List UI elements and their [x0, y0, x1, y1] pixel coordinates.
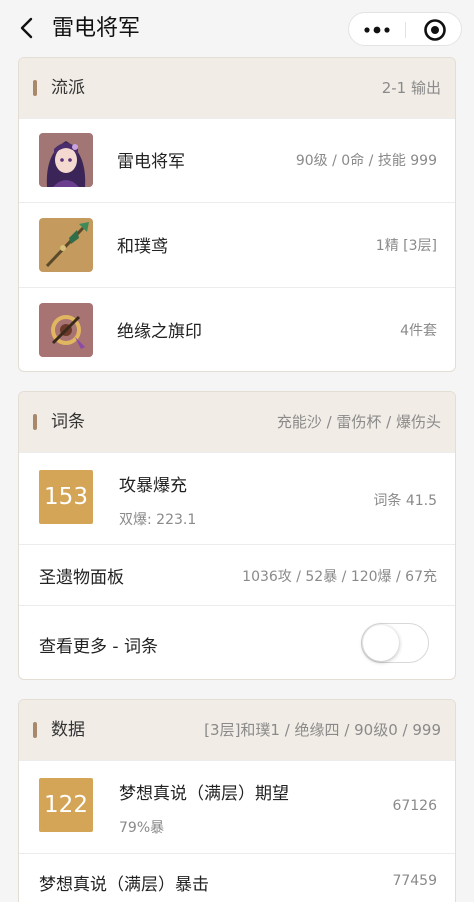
weapon-name: 和璞鸢: [117, 237, 168, 257]
artifact-panel-row: 圣遗物面板 1036攻 / 52暴 / 120爆 / 67充: [19, 544, 455, 605]
toggle-knob: [363, 625, 399, 661]
damage-score-badge: 122: [39, 778, 93, 832]
data-card-config: [3层]和璞1 / 绝缘四 / 90级0 / 999: [204, 721, 441, 739]
build-card-title: 流派: [51, 78, 85, 98]
artifact-set-row[interactable]: 绝缘之旗印 4件套: [19, 287, 455, 371]
build-card: 流派 2-1 输出 雷电将军 90级 / 0命 / 技能 999 和璞鸢 1精 …: [18, 57, 456, 372]
section-marker: [33, 722, 37, 738]
artifact-set-name: 绝缘之旗印: [117, 322, 202, 342]
stats-card-main-stats: 充能沙 / 雷伤杯 / 爆伤头: [276, 413, 441, 431]
character-name: 雷电将军: [117, 152, 185, 172]
data-card-header: 数据 [3层]和璞1 / 绝缘四 / 90级0 / 999: [19, 700, 455, 760]
more-substats-toggle[interactable]: [361, 623, 429, 663]
artifact-set-icon: [39, 303, 93, 357]
weapon-meta: 1精 [3层]: [375, 238, 437, 254]
more-substats-row: 查看更多 - 词条: [19, 605, 455, 679]
artifact-panel-values: 1036攻 / 52暴 / 120爆 / 67充: [242, 569, 437, 585]
back-icon[interactable]: [14, 14, 42, 42]
data-card-title: 数据: [51, 720, 85, 740]
mini-program-capsule: [348, 12, 462, 46]
build-card-header: 流派 2-1 输出: [19, 58, 455, 118]
crit-value: 双爆: 223.1: [119, 512, 197, 528]
stats-card-header: 词条 充能沙 / 雷伤杯 / 爆伤头: [19, 392, 455, 452]
damage-crit-value: 77459: [392, 873, 437, 889]
page-title: 雷电将军: [52, 16, 141, 41]
damage-summary-row[interactable]: 122 梦想真说（满层）期望 79%暴 67126: [19, 760, 455, 853]
damage-name: 梦想真说（满层）期望: [119, 784, 289, 804]
more-substats-label: 查看更多 - 词条: [39, 637, 158, 657]
substat-type: 攻暴爆充: [119, 476, 187, 496]
data-card: 数据 [3层]和璞1 / 绝缘四 / 90级0 / 999 122 梦想真说（满…: [18, 699, 456, 902]
character-row[interactable]: 雷电将军 90级 / 0命 / 技能 999: [19, 118, 455, 202]
more-menu-icon[interactable]: [349, 13, 405, 47]
weapon-row[interactable]: 和璞鸢 1精 [3层]: [19, 202, 455, 287]
character-meta: 90级 / 0命 / 技能 999: [295, 153, 437, 169]
artifact-panel-label: 圣遗物面板: [39, 568, 124, 588]
nav-bar: 雷电将军: [0, 0, 474, 58]
capsule-divider: [405, 22, 406, 38]
section-marker: [33, 80, 37, 96]
substat-count: 词条 41.5: [373, 493, 437, 509]
build-card-mode: 2-1 输出: [381, 79, 441, 97]
damage-expected-value: 67126: [392, 798, 437, 814]
close-program-icon[interactable]: [409, 13, 461, 47]
damage-crit-row: 梦想真说（满层）暴击 77459: [19, 853, 455, 902]
substat-summary-row[interactable]: 153 攻暴爆充 双爆: 223.1 词条 41.5: [19, 452, 455, 544]
character-portrait-icon: [39, 133, 93, 187]
stats-card: 词条 充能沙 / 雷伤杯 / 爆伤头 153 攻暴爆充 双爆: 223.1 词条…: [18, 391, 456, 680]
damage-crit-label: 梦想真说（满层）暴击: [39, 875, 209, 895]
crit-rate: 79%暴: [119, 820, 165, 836]
polearm-weapon-icon: [39, 218, 93, 272]
stats-card-title: 词条: [51, 412, 85, 432]
artifact-set-meta: 4件套: [400, 323, 437, 339]
substat-score-badge: 153: [39, 470, 93, 524]
section-marker: [33, 414, 37, 430]
